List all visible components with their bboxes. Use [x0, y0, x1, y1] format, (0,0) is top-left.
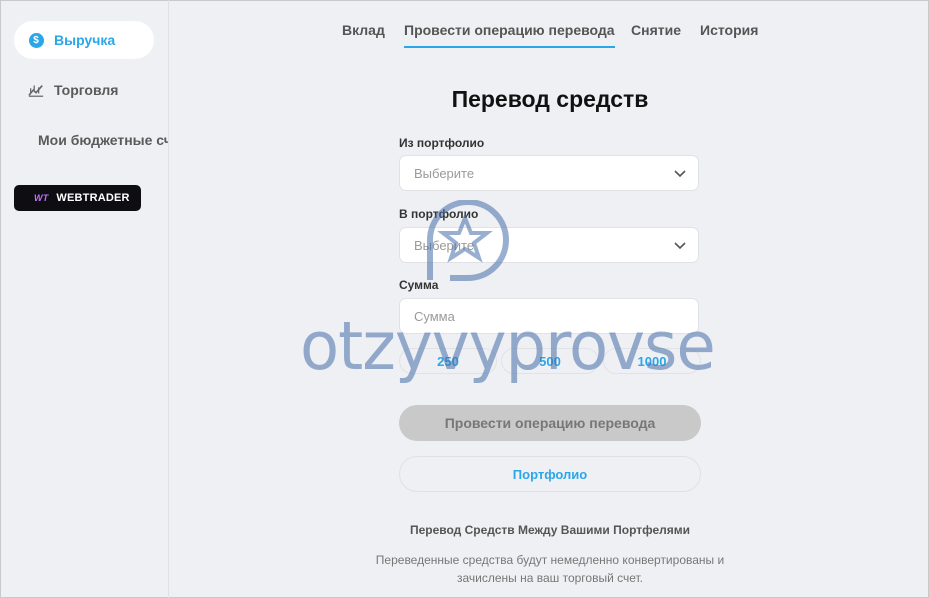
to-portfolio-value: Выберите	[414, 237, 475, 253]
quick-amount-1000[interactable]: 1000	[603, 348, 701, 374]
to-portfolio-label: В портфолио	[399, 207, 479, 221]
sidebar-item-label: Мои бюджетные сч	[38, 132, 169, 148]
from-portfolio-select[interactable]: Выберите	[399, 155, 699, 191]
webtrader-label: WEBTRADER	[56, 192, 130, 204]
webtrader-button[interactable]: WT WEBTRADER	[14, 185, 141, 211]
quick-amount-250[interactable]: 250	[399, 348, 497, 374]
amount-input[interactable]	[414, 308, 684, 324]
tab-withdrawal[interactable]: Снятие	[631, 22, 681, 46]
quick-amounts: 250 500 1000	[399, 348, 701, 374]
webtrader-logo: WT	[34, 193, 49, 203]
to-portfolio-select[interactable]: Выберите	[399, 227, 699, 263]
sidebar-item-label: Торговля	[54, 82, 119, 98]
portfolio-button[interactable]: Портфолио	[399, 456, 701, 492]
sidebar-item-label: Выручка	[54, 32, 116, 48]
amount-field[interactable]	[399, 298, 699, 334]
sidebar-item-revenue[interactable]: $ Выручка	[14, 21, 154, 59]
info-title: Перевод Средств Между Вашими Портфелями	[409, 523, 691, 537]
page-title: Перевод средств	[451, 86, 649, 112]
quick-amount-500[interactable]: 500	[501, 348, 599, 374]
chevron-down-icon	[674, 242, 686, 250]
amount-label: Сумма	[399, 278, 439, 292]
chevron-down-icon	[674, 170, 686, 178]
dollar-icon: $	[28, 32, 44, 48]
info-text: Переведенные средства будут немедленно к…	[375, 553, 725, 585]
sidebar-item-budget-accounts[interactable]: Мои бюджетные сч	[38, 121, 169, 159]
transfer-submit-button[interactable]: Провести операцию перевода	[399, 405, 701, 441]
tab-history[interactable]: История	[700, 22, 758, 46]
from-portfolio-value: Выберите	[414, 165, 475, 181]
sidebar-item-trading[interactable]: Торговля	[14, 71, 118, 109]
from-portfolio-label: Из портфолио	[399, 136, 485, 150]
tab-transfer[interactable]: Провести операцию перевода	[404, 22, 615, 48]
chart-icon	[28, 82, 44, 98]
tab-deposit[interactable]: Вклад	[342, 22, 385, 46]
sidebar: $ Выручка Торговля Мои бюджетные сч WT W…	[0, 0, 169, 598]
